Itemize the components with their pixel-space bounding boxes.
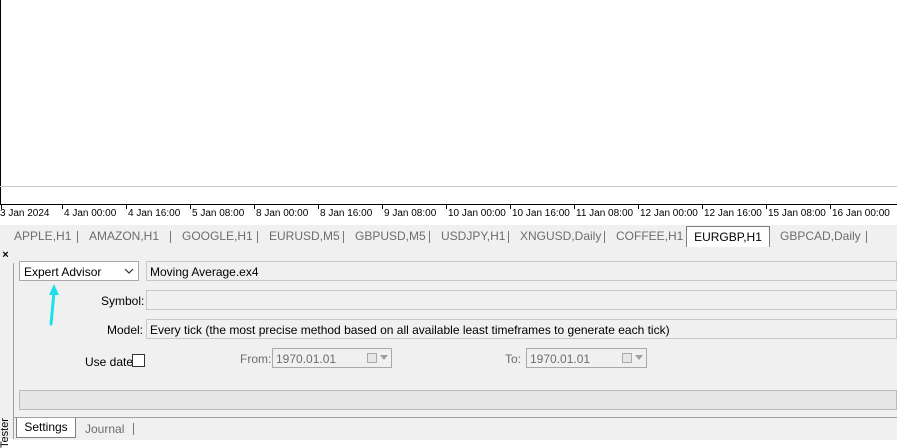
chart-left-border xyxy=(0,0,1,204)
from-label: From: xyxy=(240,352,272,366)
time-tick xyxy=(446,205,447,209)
chevron-down-icon xyxy=(124,268,134,274)
tester-side-label: Tester xyxy=(0,418,11,448)
time-tick xyxy=(702,205,703,209)
time-label: 10 Jan 16:00 xyxy=(512,208,570,219)
model-select[interactable]: Every tick (the most precise method base… xyxy=(146,319,897,339)
tab-separator xyxy=(429,231,430,243)
time-axis: 3 Jan 2024 4 Jan 00:00 4 Jan 16:00 5 Jan… xyxy=(0,205,897,225)
to-date-picker[interactable]: 1970.01.01 xyxy=(526,348,647,368)
use-date-label: Use date xyxy=(85,355,134,369)
tab-usdjpy-h1[interactable]: USDJPY,H1 xyxy=(441,228,505,245)
to-date-value: 1970.01.01 xyxy=(530,352,591,366)
time-tick xyxy=(574,205,575,209)
tab-separator xyxy=(343,231,344,243)
strategy-tester-panel: × Tester Expert Advisor Moving Average.e… xyxy=(0,247,897,448)
calendar-icon xyxy=(622,353,632,363)
tab-separator xyxy=(170,231,171,243)
tab-gbpusd-m5[interactable]: GBPUSD,M5 xyxy=(355,228,426,245)
arrow-up-icon xyxy=(49,284,59,326)
tab-separator xyxy=(77,231,78,243)
tab-separator xyxy=(133,423,134,435)
chart-area[interactable] xyxy=(0,0,897,205)
time-label: 5 Jan 08:00 xyxy=(192,208,245,219)
tab-amazon-h1[interactable]: AMAZON,H1 xyxy=(89,228,159,245)
time-label: 12 Jan 00:00 xyxy=(640,208,698,219)
use-date-checkbox[interactable] xyxy=(132,354,145,367)
time-tick xyxy=(766,205,767,209)
time-tick xyxy=(510,205,511,209)
program-type-value: Expert Advisor xyxy=(24,265,102,279)
tab-separator xyxy=(604,231,605,243)
time-tick xyxy=(830,205,831,209)
dropdown-arrow-icon xyxy=(635,355,643,360)
time-tick xyxy=(318,205,319,209)
time-label: 8 Jan 00:00 xyxy=(256,208,309,219)
tab-separator xyxy=(257,231,258,243)
time-label: 10 Jan 00:00 xyxy=(448,208,506,219)
to-label: To: xyxy=(505,352,522,366)
time-label: 9 Jan 08:00 xyxy=(384,208,437,219)
time-label: 16 Jan 00:00 xyxy=(832,208,890,219)
tab-xngusd-daily[interactable]: XNGUSD,Daily xyxy=(520,228,601,245)
time-tick xyxy=(62,205,63,209)
time-tick xyxy=(190,205,191,209)
chart-baseline xyxy=(0,186,897,187)
tab-apple-h1[interactable]: APPLE,H1 xyxy=(14,228,71,245)
tester-side-strip: Tester xyxy=(0,263,14,448)
chart-tabs-bar: APPLE,H1 AMAZON,H1 GOOGLE,H1 EURUSD,M5 G… xyxy=(0,225,897,248)
tab-google-h1[interactable]: GOOGLE,H1 xyxy=(182,228,253,245)
program-type-select[interactable]: Expert Advisor xyxy=(19,261,139,281)
tab-settings[interactable]: Settings xyxy=(16,418,76,438)
tab-separator xyxy=(866,231,867,243)
progress-bar xyxy=(19,390,897,410)
time-label: 12 Jan 16:00 xyxy=(704,208,762,219)
tab-journal[interactable]: Journal xyxy=(85,420,124,438)
tester-tabs-bar: Settings Journal xyxy=(14,417,897,440)
time-label: 15 Jan 08:00 xyxy=(768,208,826,219)
time-tick xyxy=(382,205,383,209)
time-tick xyxy=(126,205,127,209)
model-value: Every tick (the most precise method base… xyxy=(150,323,670,337)
from-date-picker[interactable]: 1970.01.01 xyxy=(272,348,392,368)
time-label: 4 Jan 16:00 xyxy=(128,208,181,219)
tab-eurgbp-h1[interactable]: EURGBP,H1 xyxy=(686,226,770,247)
expert-file-select[interactable]: Moving Average.ex4 xyxy=(146,261,897,281)
tab-separator xyxy=(508,231,509,243)
calendar-icon xyxy=(367,353,377,363)
time-label: 3 Jan 2024 xyxy=(0,208,50,219)
tab-coffee-h1[interactable]: COFFEE,H1 xyxy=(616,228,683,245)
tab-gbpcad-daily[interactable]: GBPCAD,Daily xyxy=(780,228,861,245)
expert-file-value: Moving Average.ex4 xyxy=(150,265,259,279)
symbol-field[interactable] xyxy=(146,290,897,310)
symbol-label: Symbol: xyxy=(101,294,145,308)
model-label: Model: xyxy=(107,323,144,337)
tab-eurusd-m5[interactable]: EURUSD,M5 xyxy=(269,228,340,245)
time-label: 4 Jan 00:00 xyxy=(64,208,117,219)
time-label: 11 Jan 08:00 xyxy=(576,208,634,219)
time-tick xyxy=(638,205,639,209)
close-icon[interactable]: × xyxy=(0,250,11,261)
dropdown-arrow-icon xyxy=(380,355,388,360)
from-date-value: 1970.01.01 xyxy=(276,352,337,366)
time-label: 8 Jan 16:00 xyxy=(320,208,373,219)
time-tick xyxy=(254,205,255,209)
